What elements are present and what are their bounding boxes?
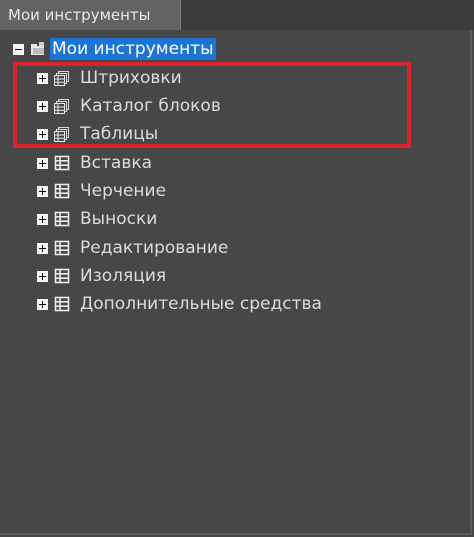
tree-item-label: Таблицы — [80, 124, 159, 144]
tree-item-label: Изоляция — [80, 266, 167, 286]
expand-icon[interactable] — [37, 72, 48, 84]
tree-item-drafting[interactable]: Черчение — [37, 178, 168, 204]
tree-item-additional-tools[interactable]: Дополнительные средства — [37, 291, 324, 317]
tree-root-row[interactable]: Мои инструменты — [13, 36, 216, 62]
expand-icon[interactable] — [37, 298, 48, 310]
palette-icon — [54, 155, 70, 171]
tree-item-label: Дополнительные средства — [80, 294, 322, 314]
tree-item-block-catalog[interactable]: Каталог блоков — [37, 93, 223, 119]
tree-item-isolation[interactable]: Изоляция — [37, 263, 168, 289]
palette-icon — [54, 296, 70, 312]
tab-strip: Мои инструменты — [0, 0, 474, 30]
tree-item-hatches[interactable]: Штриховки — [37, 65, 184, 91]
palette-icon — [54, 183, 70, 199]
tool-palettes-window: Мои инструменты Мои инструменты Штриховк… — [0, 0, 474, 537]
palette-group-icon — [54, 99, 69, 114]
expand-icon[interactable] — [37, 128, 48, 140]
tree-item-label: Штриховки — [80, 68, 182, 88]
tree-item-label: Редактирование — [80, 238, 229, 258]
tree-item-label: Вставка — [80, 153, 153, 173]
tree-item-label: Выноски — [80, 209, 158, 229]
palette-group-icon — [54, 127, 69, 142]
expand-icon[interactable] — [37, 185, 48, 197]
expand-icon[interactable] — [37, 100, 48, 112]
expand-icon[interactable] — [37, 157, 48, 169]
tree-item-insert[interactable]: Вставка — [37, 150, 154, 176]
tree-item-label: Черчение — [80, 181, 167, 201]
collapse-icon[interactable] — [13, 43, 24, 55]
tree-item-leaders[interactable]: Выноски — [37, 206, 159, 232]
tree-item-label: Каталог блоков — [80, 96, 221, 116]
expand-icon[interactable] — [37, 242, 48, 254]
palette-icon — [54, 211, 70, 227]
tree-item-editing[interactable]: Редактирование — [37, 235, 230, 261]
expand-icon[interactable] — [37, 270, 48, 282]
tab-my-tools[interactable]: Мои инструменты — [0, 0, 181, 30]
palette-icon — [54, 240, 70, 256]
folder-open-icon — [31, 42, 44, 55]
palette-group-icon — [54, 71, 69, 86]
tree-item-tables[interactable]: Таблицы — [37, 121, 160, 147]
palette-icon — [54, 268, 70, 284]
expand-icon[interactable] — [37, 213, 48, 225]
tree-root-label[interactable]: Мои инструменты — [50, 38, 216, 60]
